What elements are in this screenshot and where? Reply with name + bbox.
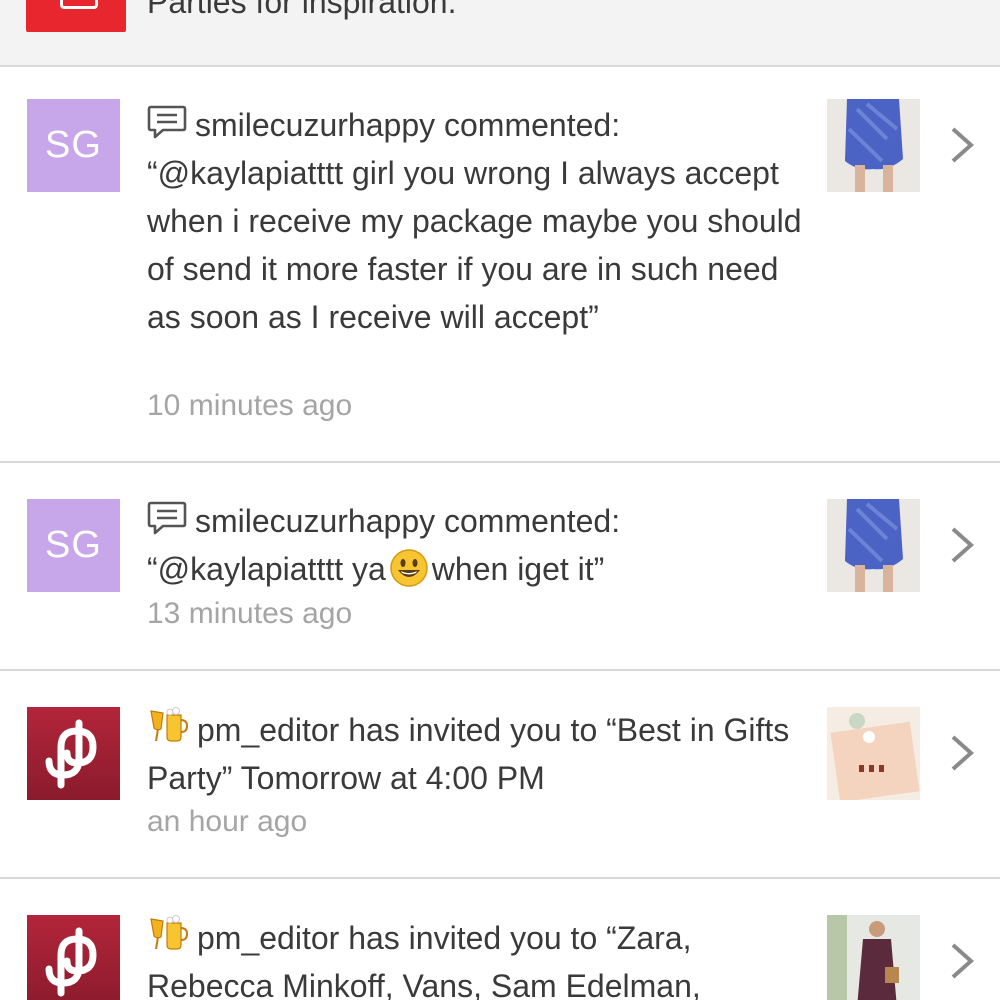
comment-icon — [147, 501, 187, 535]
chevron-right-icon[interactable] — [945, 125, 977, 165]
notification-row[interactable]: SG smilecuzurhappy commented: “@kaylapia… — [0, 67, 1000, 463]
listing-thumbnail[interactable] — [827, 99, 920, 192]
notifications-screen: Parties for inspiration. SG smilecuzurha… — [0, 0, 1000, 1000]
brand-logo-avatar[interactable] — [27, 915, 120, 1000]
user-avatar[interactable]: SG — [27, 99, 120, 192]
notification-row[interactable]: pm_editor has invited you to “Best in Gi… — [0, 671, 1000, 879]
party-drinks-icon — [150, 707, 189, 742]
action-text: smilecuzurhappy commented: — [195, 503, 621, 539]
timestamp: an hour ago — [147, 805, 308, 838]
timestamp: 10 minutes ago — [147, 389, 353, 422]
notification-text: smilecuzurhappy commented: “@kaylapiattt… — [147, 497, 817, 593]
timestamp: 13 minutes ago — [147, 597, 353, 630]
party-drinks-icon — [150, 915, 189, 950]
brand-logo-avatar[interactable] — [27, 707, 120, 800]
notification-row[interactable]: pm_editor has invited you to “Zara, Rebe… — [0, 879, 1000, 1000]
user-avatar[interactable]: SG — [27, 499, 120, 592]
smiley-emoji-icon — [390, 549, 428, 587]
chevron-right-icon[interactable] — [945, 733, 977, 773]
invite-text: pm_editor has invited you to “Best in Gi… — [147, 712, 790, 796]
party-cover-thumbnail[interactable] — [827, 707, 920, 800]
chevron-right-icon[interactable] — [945, 941, 977, 981]
listing-thumbnail[interactable] — [827, 499, 920, 592]
notification-text: smilecuzurhappy commented: “@kaylapiattt… — [147, 101, 817, 341]
notification-row[interactable]: SG smilecuzurhappy commented: “@kaylapia… — [0, 463, 1000, 671]
chevron-right-icon[interactable] — [945, 525, 977, 565]
comment-message-start: “@kaylapiatttt ya — [147, 551, 386, 587]
comment-message: “@kaylapiatttt girl you wrong I always a… — [147, 155, 802, 335]
invite-text: pm_editor has invited you to “Zara, Rebe… — [147, 920, 701, 1000]
party-cover-thumbnail[interactable] — [827, 915, 920, 1000]
comment-icon — [147, 105, 187, 139]
party-banner-icon — [26, 0, 126, 32]
notification-text: Parties for inspiration. — [147, 0, 457, 20]
comment-message-end: when iget it” — [431, 551, 605, 587]
action-text: smilecuzurhappy commented: — [195, 107, 621, 143]
notification-text: pm_editor has invited you to “Best in Gi… — [147, 705, 817, 802]
notification-row-partial[interactable]: Parties for inspiration. — [0, 0, 1000, 67]
notification-text: pm_editor has invited you to “Zara, Rebe… — [147, 913, 817, 1000]
